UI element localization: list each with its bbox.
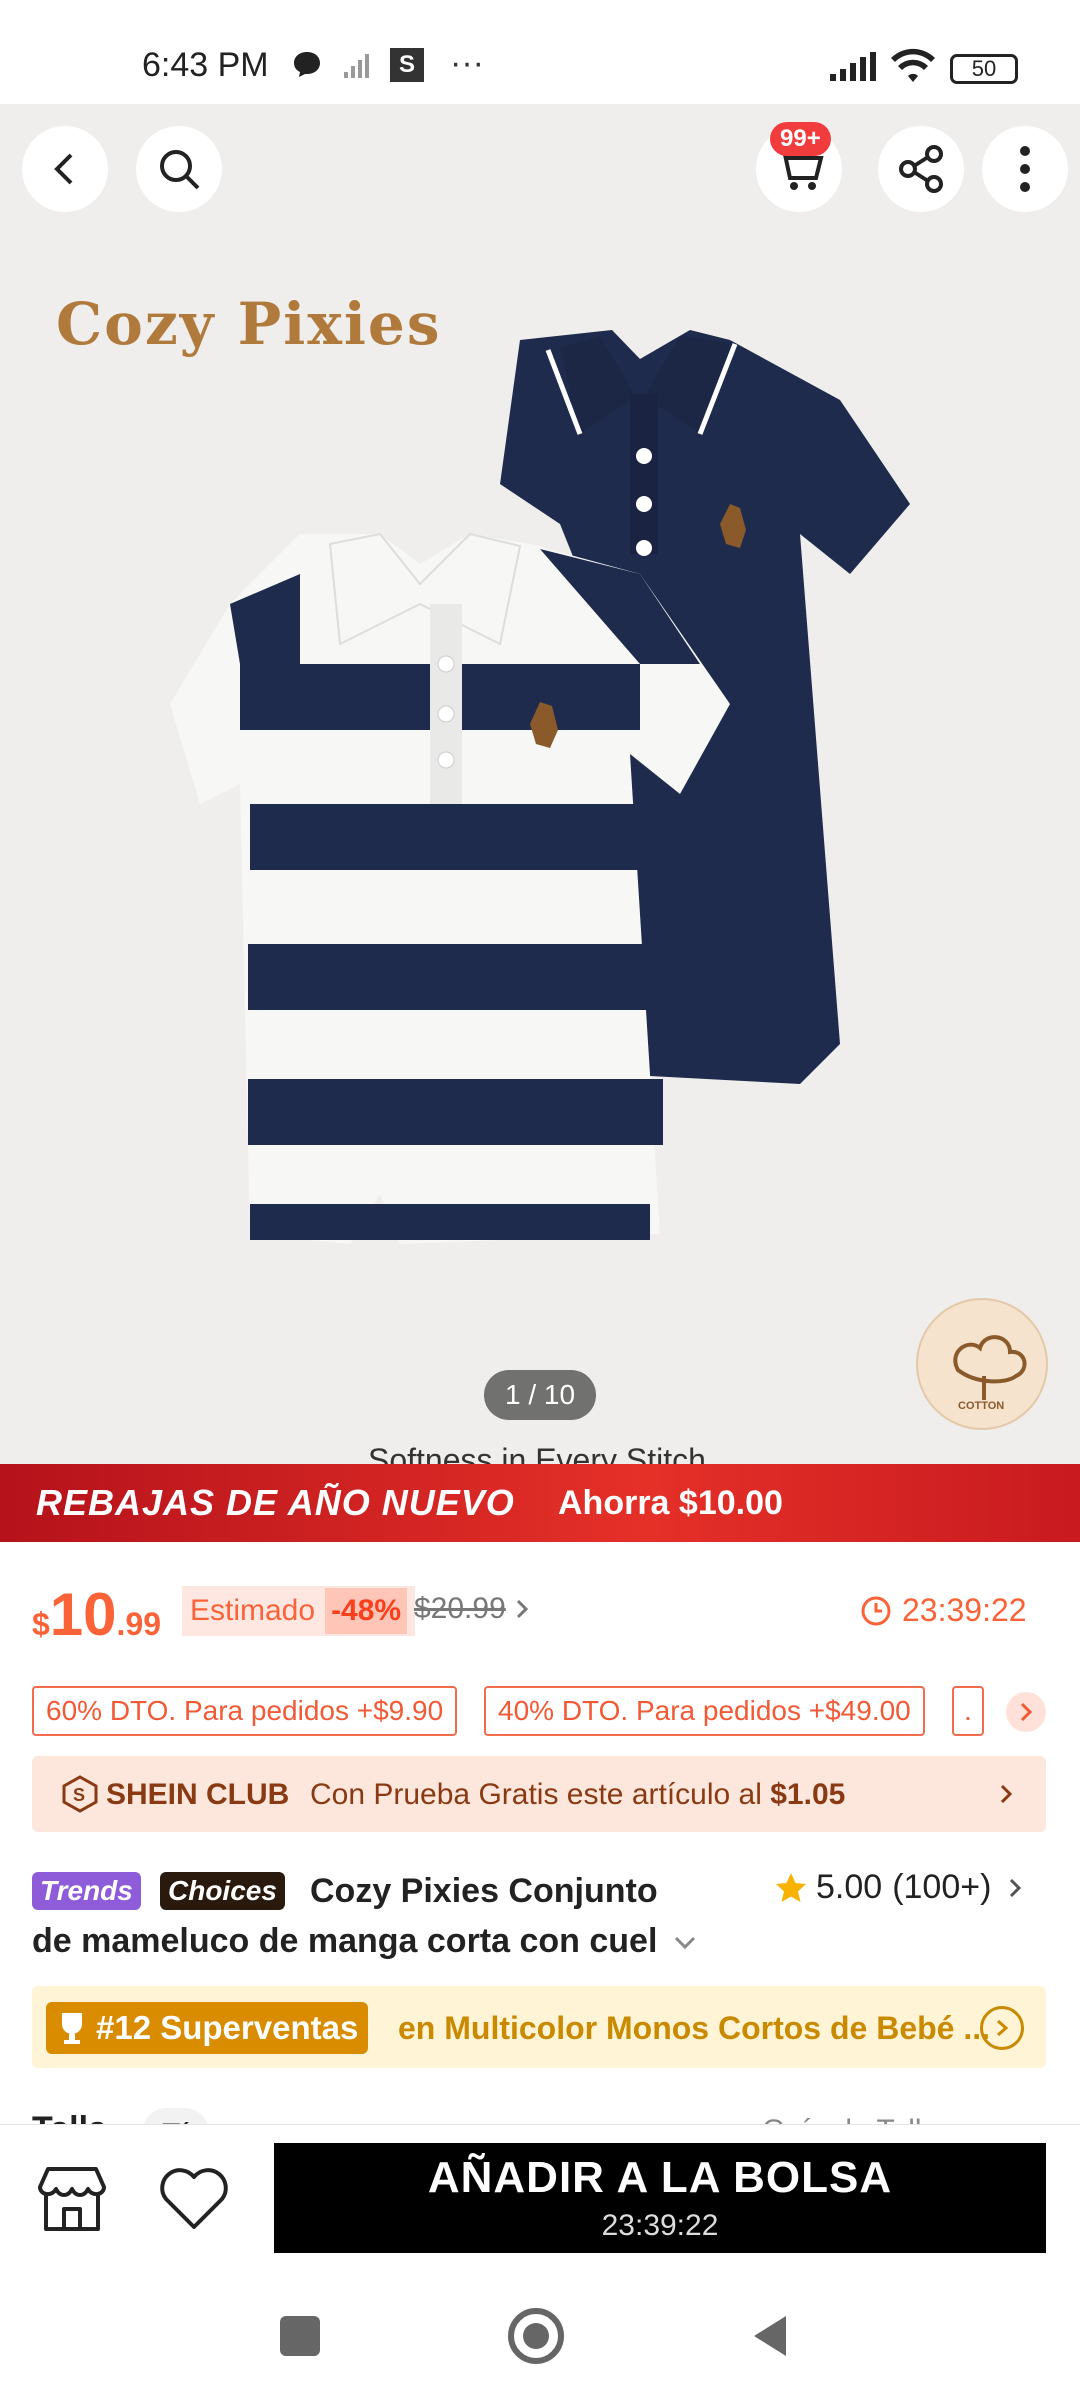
add-to-bag-label: AÑADIR A LA BOLSA xyxy=(427,2153,893,2202)
home-dot-icon xyxy=(523,2323,549,2349)
cotton-badge: COTTON xyxy=(916,1298,1048,1430)
cotton-icon xyxy=(953,1335,1027,1400)
share-icon xyxy=(899,145,943,193)
price-currency: $ xyxy=(32,1606,50,1642)
chevron-down-icon xyxy=(674,1936,695,1950)
club-label: SHEIN CLUB xyxy=(106,1778,290,1811)
brand-logo: Cozy Pixies xyxy=(56,290,442,358)
choices-tag[interactable]: Choices xyxy=(160,1872,285,1910)
chevron-right-icon xyxy=(1000,1784,1013,1804)
wifi-icon xyxy=(890,48,936,91)
heart-icon xyxy=(160,2168,228,2229)
size-row: Talla Tí Guía de Talla xyxy=(0,2104,1080,2124)
bestseller-category: en Multicolor Monos Cortos de Bebé ... xyxy=(398,2010,991,2046)
product-title-line1: Cozy Pixies Conjunto xyxy=(310,1872,658,1910)
add-to-bag-timer: 23:39:22 xyxy=(601,2209,719,2242)
image-pager: 1 / 10 xyxy=(484,1370,596,1420)
star-icon xyxy=(776,1872,806,1902)
cell-signal-icon xyxy=(828,52,878,89)
clock-icon xyxy=(861,1596,891,1625)
search-button[interactable] xyxy=(136,126,222,212)
svg-text:S: S xyxy=(73,1785,85,1805)
club-icon: S xyxy=(62,1775,98,1813)
signal-off-icon xyxy=(342,50,372,87)
promo-banner[interactable]: REBAJAS DE AÑO NUEVO Ahorra $10.00 xyxy=(0,1464,1080,1542)
size-pill[interactable]: Tí xyxy=(142,2108,209,2124)
price-integer: 10 xyxy=(49,1581,117,1648)
wishlist-button[interactable] xyxy=(158,2165,230,2236)
discount-percent: -48% xyxy=(325,1588,408,1634)
original-price: $20.99 xyxy=(414,1592,506,1625)
more-vertical-icon xyxy=(1020,146,1030,192)
price-decimal: .99 xyxy=(116,1606,162,1642)
search-icon xyxy=(160,150,200,190)
recents-button[interactable] xyxy=(280,2316,320,2356)
home-button[interactable] xyxy=(508,2308,564,2364)
coupon-60[interactable]: 60% DTO. Para pedidos +$9.90 xyxy=(32,1686,458,1736)
back-nav-button[interactable] xyxy=(750,2312,790,2365)
coupon-40[interactable]: 40% DTO. Para pedidos +$49.00 xyxy=(484,1686,925,1736)
coupon-more[interactable]: . xyxy=(952,1686,984,1736)
original-price-link[interactable]: $20.99 xyxy=(414,1592,530,1626)
status-time: 6:43 PM xyxy=(142,46,269,84)
countdown-timer: 23:39:22 xyxy=(860,1592,1027,1629)
chat-bubble-icon xyxy=(292,50,322,85)
trends-tag[interactable]: Trends xyxy=(32,1872,141,1910)
bestseller-arrow xyxy=(980,2006,1024,2050)
image-caption: Softness in Every Stitch xyxy=(368,1442,706,1464)
estimated-price-tag: Estimado -48% xyxy=(182,1586,416,1636)
system-nav-bar xyxy=(0,2274,1080,2400)
store-button[interactable] xyxy=(34,2163,110,2240)
more-options-button[interactable] xyxy=(982,126,1068,212)
rating-count: (100+) xyxy=(892,1868,992,1906)
chevron-right-icon xyxy=(1010,1878,1022,1897)
size-guide-link[interactable]: Guía de Talla xyxy=(762,2114,938,2124)
add-to-bag-button[interactable]: AÑADIR A LA BOLSA 23:39:22 xyxy=(274,2143,1046,2253)
chevron-right-icon xyxy=(516,1599,528,1619)
promo-saving: Ahorra $10.00 xyxy=(558,1484,783,1522)
timer-value: 23:39:22 xyxy=(902,1592,1027,1628)
cotton-label: COTTON xyxy=(958,1400,1005,1412)
bestseller-banner[interactable]: #12 Superventas en Multicolor Monos Cort… xyxy=(32,1986,1046,2068)
back-button[interactable] xyxy=(22,126,108,212)
product-title-line2[interactable]: de mameluco de manga corta con cuel xyxy=(32,1922,697,1961)
cart-count-badge: 99+ xyxy=(770,122,831,156)
triangle-back-icon xyxy=(754,2316,786,2356)
product-image-gallery[interactable]: 99+ Cozy Pixies 1 / 10 Softness in Every… xyxy=(0,104,1080,1464)
current-price: $10.99 xyxy=(32,1580,161,1649)
status-bar: 6:43 PM S ··· 50 xyxy=(0,0,1080,104)
bottom-action-bar: AÑADIR A LA BOLSA 23:39:22 xyxy=(0,2124,1080,2274)
more-notifications-icon: ··· xyxy=(450,44,484,82)
shein-club-banner[interactable]: S SHEIN CLUB Con Prueba Gratis este artí… xyxy=(32,1756,1046,1832)
size-label: Talla xyxy=(32,2110,107,2124)
club-text: Con Prueba Gratis este artículo al $1.05 xyxy=(310,1778,846,1811)
store-icon xyxy=(38,2167,106,2231)
rating-value: 5.00 xyxy=(816,1868,883,1906)
s-app-icon: S xyxy=(390,48,424,82)
trophy-icon xyxy=(62,2013,82,2044)
chevron-left-icon xyxy=(54,153,73,185)
product-rating[interactable]: 5.00 (100+) xyxy=(774,1868,1023,1907)
share-button[interactable] xyxy=(878,126,964,212)
coupons-expand-button[interactable] xyxy=(1006,1692,1046,1732)
estimated-label: Estimado xyxy=(190,1594,316,1627)
bestseller-rank: #12 Superventas xyxy=(46,2002,369,2054)
chevron-right-icon xyxy=(1020,1702,1033,1722)
promo-title: REBAJAS DE AÑO NUEVO xyxy=(36,1482,515,1523)
battery-icon: 50 xyxy=(950,54,1018,84)
chevron-right-icon xyxy=(997,2019,1009,2037)
